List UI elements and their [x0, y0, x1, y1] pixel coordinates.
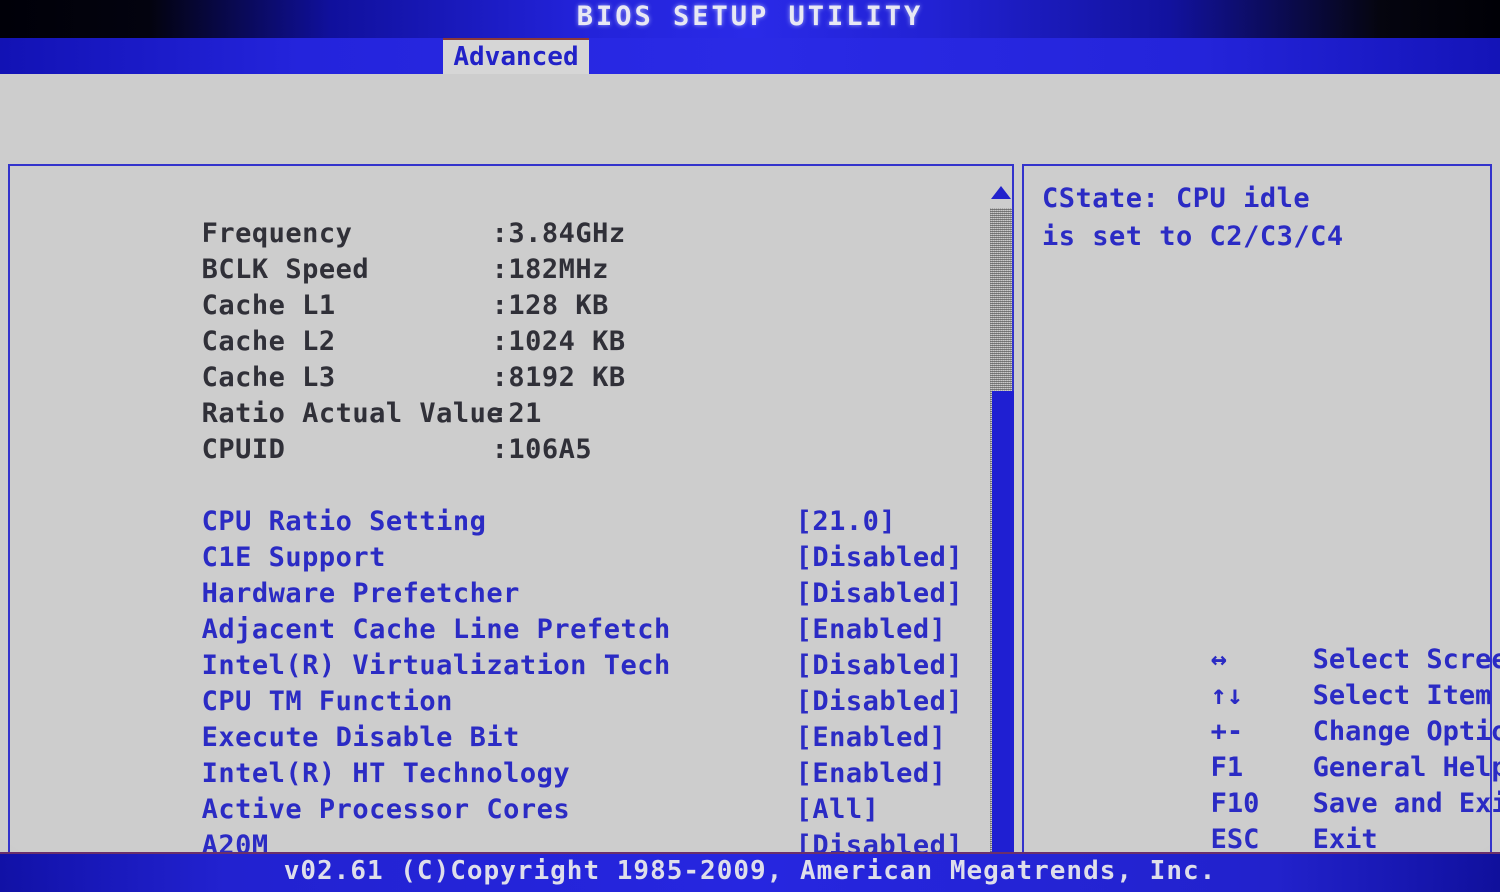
settings-panel: Frequency :3.84GHz BCLK Speed :182MHz Cach… [8, 164, 1014, 892]
setting-label: Hardware Prefetcher [201, 578, 520, 609]
arrows-left-right-icon: ↔ [1210, 644, 1227, 675]
key-legend: ↔ Select Screen ↑↓ Select Item +- Change Op… [1032, 606, 1500, 855]
setting-value[interactable]: [Disabled] [796, 576, 964, 612]
setting-value[interactable]: [Disabled] [796, 684, 964, 720]
info-value: :8192 KB [491, 362, 626, 393]
info-label: Ratio Actual Value [201, 398, 504, 429]
info-row: Frequency :3.84GHz [34, 180, 626, 249]
setting-value[interactable]: [Enabled] [796, 612, 947, 648]
settings-list: CPU Ratio Setting [21.0] C1E Support [Disa… [34, 468, 963, 892]
info-label: BCLK Speed [201, 254, 370, 285]
key-legend-label: Select Screen [1312, 644, 1500, 675]
key-f1-label: F1 [1210, 752, 1244, 783]
settings-scrollbar[interactable] [988, 180, 1014, 892]
setting-label: Execute Disable Bit [201, 722, 520, 753]
key-legend-label: General Help [1312, 752, 1500, 783]
setting-label: CPU Ratio Setting [201, 506, 487, 537]
setting-label: CPU TM Function [201, 686, 453, 717]
bios-setup-screen: BIOS SETUP UTILITY Advanced Frequency :3.… [0, 0, 1500, 892]
info-label: Cache L2 [201, 326, 336, 357]
help-description: CState: CPU idle is set to C2/C3/C4 [1042, 180, 1474, 256]
info-label: Cache L1 [201, 290, 336, 321]
cpu-info-list: Frequency :3.84GHz BCLK Speed :182MHz Cach… [34, 180, 626, 465]
scrollbar-track[interactable] [990, 208, 1014, 892]
main-body: Frequency :3.84GHz BCLK Speed :182MHz Cach… [0, 74, 1500, 892]
info-value: :106A5 [491, 434, 593, 465]
info-value: :3.84GHz [491, 218, 626, 249]
setting-value[interactable]: [Enabled] [796, 756, 947, 792]
setting-label: Active Processor Cores [201, 794, 571, 825]
page-title: BIOS SETUP UTILITY [576, 1, 924, 32]
footer-bar: v02.61 (C)Copyright 1985-2009, American … [0, 852, 1500, 892]
info-label: CPUID [201, 434, 286, 465]
setting-label: Adjacent Cache Line Prefetch [201, 614, 671, 645]
help-line: is set to C2/C3/C4 [1042, 221, 1344, 252]
setting-value[interactable]: [Disabled] [796, 648, 964, 684]
triangle-up-icon[interactable] [991, 186, 1011, 199]
setting-value[interactable]: [Disabled] [796, 540, 964, 576]
key-legend-label: Save and Exit [1312, 788, 1500, 819]
setting-label: Intel(R) HT Technology [201, 758, 571, 789]
info-value: :21 [491, 398, 542, 429]
setting-value[interactable]: [All] [796, 792, 880, 828]
info-label: Cache L3 [201, 362, 336, 393]
help-line: CState: CPU idle [1042, 183, 1311, 214]
setting-row-cpu-ratio-setting[interactable]: CPU Ratio Setting [21.0] [34, 468, 963, 537]
setting-label: Intel(R) Virtualization Tech [201, 650, 671, 681]
plus-minus-icon: +- [1210, 716, 1244, 747]
scrollbar-thumb[interactable] [992, 391, 1014, 892]
key-legend-label: Select Item [1312, 680, 1492, 711]
tab-bar [0, 38, 1500, 74]
info-label: Frequency [201, 218, 353, 249]
arrows-up-down-icon: ↑↓ [1210, 680, 1244, 711]
help-panel: CState: CPU idle is set to C2/C3/C4 ↔ Sel… [1022, 164, 1500, 892]
info-value: :182MHz [491, 254, 609, 285]
setting-value[interactable]: [Enabled] [796, 720, 947, 756]
setting-value[interactable]: [21.0] [796, 504, 897, 540]
key-f10-label: F10 [1210, 788, 1260, 819]
copyright-text: v02.61 (C)Copyright 1985-2009, American … [283, 856, 1217, 886]
info-value: :128 KB [491, 290, 609, 321]
key-legend-row-select-screen: ↔ Select Screen [1032, 606, 1500, 675]
title-bar: BIOS SETUP UTILITY [0, 0, 1500, 38]
info-value: :1024 KB [491, 326, 626, 357]
tab-advanced[interactable]: Advanced [443, 38, 589, 74]
key-legend-label: Change Option [1312, 716, 1500, 747]
setting-label: C1E Support [201, 542, 386, 573]
